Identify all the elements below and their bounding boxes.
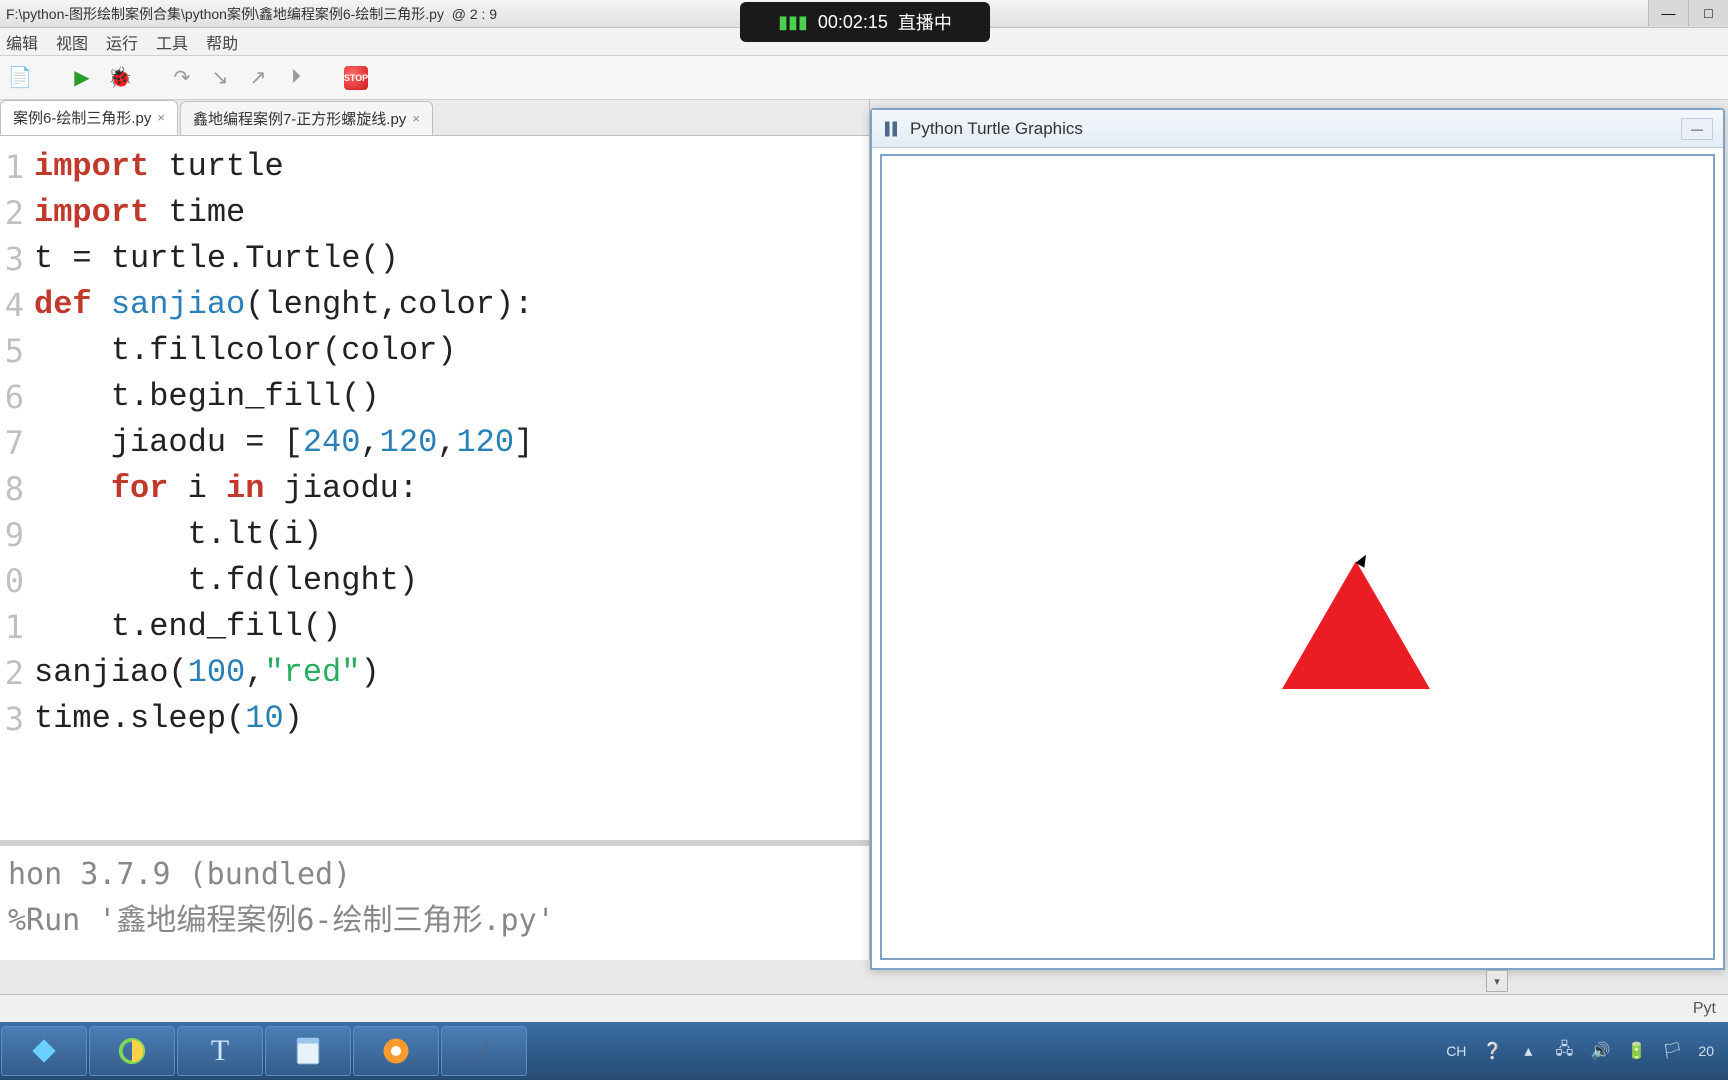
window-controls: — □ <box>1648 0 1728 26</box>
tk-icon <box>882 120 900 138</box>
battery-icon[interactable]: 🔋 <box>1626 1041 1646 1061</box>
shell-line: %Run '鑫地编程案例6-绘制三角形.py' <box>8 898 861 944</box>
editor-pane: 案例6-绘制三角形.py × 鑫地编程案例7-正方形螺旋线.py × 1 2 3… <box>0 100 870 960</box>
turtle-title-text: Python Turtle Graphics <box>910 119 1083 139</box>
shell-line: hon 3.7.9 (bundled) <box>8 852 861 898</box>
volume-icon[interactable]: 🔊 <box>1590 1041 1610 1061</box>
turtle-graphics-window[interactable]: Python Turtle Graphics — <box>870 108 1725 970</box>
menu-tools[interactable]: 工具 <box>156 30 188 54</box>
tray-chevron-icon[interactable]: ▴ <box>1518 1041 1538 1061</box>
run-icon[interactable]: ▶ <box>68 64 96 92</box>
tab-label: 案例6-绘制三角形.py <box>13 107 151 128</box>
stream-time: 00:02:15 <box>818 12 888 33</box>
clock[interactable]: 20 <box>1698 1043 1714 1059</box>
triangle-shape <box>1282 561 1430 689</box>
title-cursor: @ 2 : 9 <box>452 6 497 22</box>
status-right: Pyt <box>1693 1000 1716 1018</box>
minimize-button[interactable]: — <box>1648 0 1688 26</box>
menu-run[interactable]: 运行 <box>106 30 138 54</box>
status-bar: Pyt <box>0 994 1728 1022</box>
resume-icon[interactable]: ⏵ <box>282 64 310 92</box>
network-icon[interactable]: 🖧 <box>1554 1041 1574 1061</box>
stream-badge: ▮▮▮ 00:02:15 直播中 <box>740 2 990 42</box>
code-editor[interactable]: 1 2 3 4 5 6 7 8 9 0 1 2 3 import turtle … <box>0 136 869 840</box>
line-gutter: 1 2 3 4 5 6 7 8 9 0 1 2 3 <box>0 136 28 840</box>
step-out-icon[interactable]: ↗ <box>244 64 272 92</box>
turtle-minimize-button[interactable]: — <box>1681 118 1713 140</box>
debug-icon[interactable]: 🐞 <box>106 64 134 92</box>
tab-file-2[interactable]: 鑫地编程案例7-正方形螺旋线.py × <box>180 101 433 135</box>
stream-status: 直播中 <box>898 9 952 35</box>
help-icon[interactable]: ❔ <box>1482 1041 1502 1061</box>
menu-view[interactable]: 视图 <box>56 30 88 54</box>
stop-icon[interactable]: STOP <box>344 66 368 90</box>
turtle-canvas <box>880 154 1715 960</box>
action-center-icon[interactable]: 🏳 <box>1662 1041 1682 1061</box>
code-text[interactable]: import turtle import time t = turtle.Tur… <box>28 136 869 840</box>
tabs-row: 案例6-绘制三角形.py × 鑫地编程案例7-正方形螺旋线.py × <box>0 100 869 136</box>
step-over-icon[interactable]: ↷ <box>168 64 196 92</box>
task-app-orange[interactable] <box>353 1026 439 1076</box>
scroll-down-icon[interactable]: ▾ <box>1486 970 1508 992</box>
tab-file-1[interactable]: 案例6-绘制三角形.py × <box>0 100 178 135</box>
taskbar[interactable]: T CH ❔ ▴ 🖧 🔊 🔋 🏳 20 <box>0 1022 1728 1080</box>
menu-edit[interactable]: 编辑 <box>6 30 38 54</box>
task-notepad[interactable] <box>265 1026 351 1076</box>
ime-indicator[interactable]: CH <box>1446 1043 1466 1059</box>
new-file-icon[interactable]: 📄 <box>6 64 34 92</box>
turtle-title-bar[interactable]: Python Turtle Graphics — <box>872 110 1723 148</box>
signal-icon: ▮▮▮ <box>778 12 808 33</box>
system-tray[interactable]: CH ❔ ▴ 🖧 🔊 🔋 🏳 20 <box>1432 1041 1728 1061</box>
step-into-icon[interactable]: ↘ <box>206 64 234 92</box>
shell-output[interactable]: hon 3.7.9 (bundled) %Run '鑫地编程案例6-绘制三角形.… <box>0 840 869 960</box>
task-start[interactable] <box>1 1026 87 1076</box>
title-path: F:\python-图形绘制案例合集\python案例\鑫地编程案例6-绘制三角… <box>6 4 444 24</box>
task-editor[interactable]: T <box>177 1026 263 1076</box>
toolbar: 📄 ▶ 🐞 ↷ ↘ ↗ ⏵ STOP <box>0 56 1728 100</box>
tab-label: 鑫地编程案例7-正方形螺旋线.py <box>193 108 406 129</box>
task-python-idle[interactable] <box>441 1026 527 1076</box>
menu-help[interactable]: 帮助 <box>206 30 238 54</box>
maximize-button[interactable]: □ <box>1688 0 1728 26</box>
close-icon[interactable]: × <box>157 110 165 125</box>
task-browser[interactable] <box>89 1026 175 1076</box>
close-icon[interactable]: × <box>412 111 420 126</box>
